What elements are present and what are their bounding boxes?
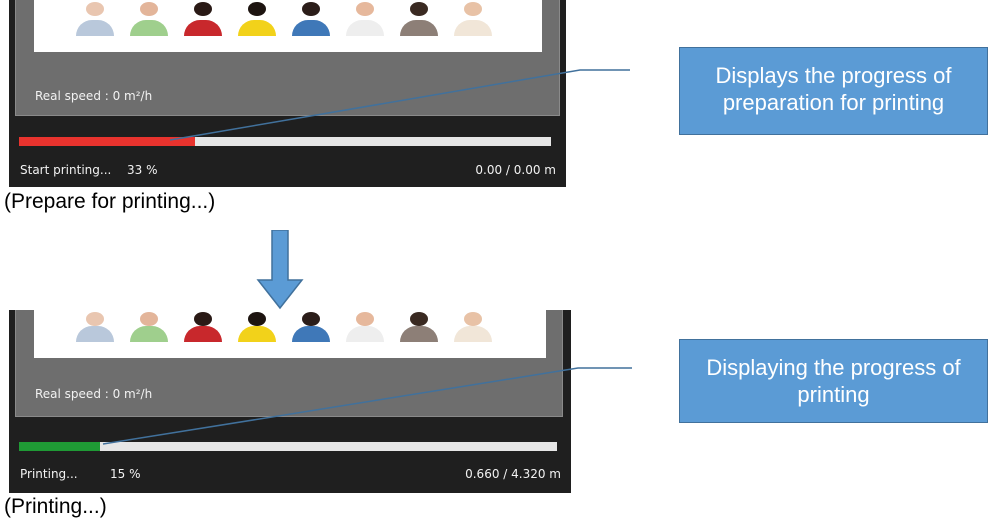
leader-lines xyxy=(102,69,632,445)
preparation-leader-line xyxy=(169,69,630,141)
printing-leader-line xyxy=(102,367,632,445)
